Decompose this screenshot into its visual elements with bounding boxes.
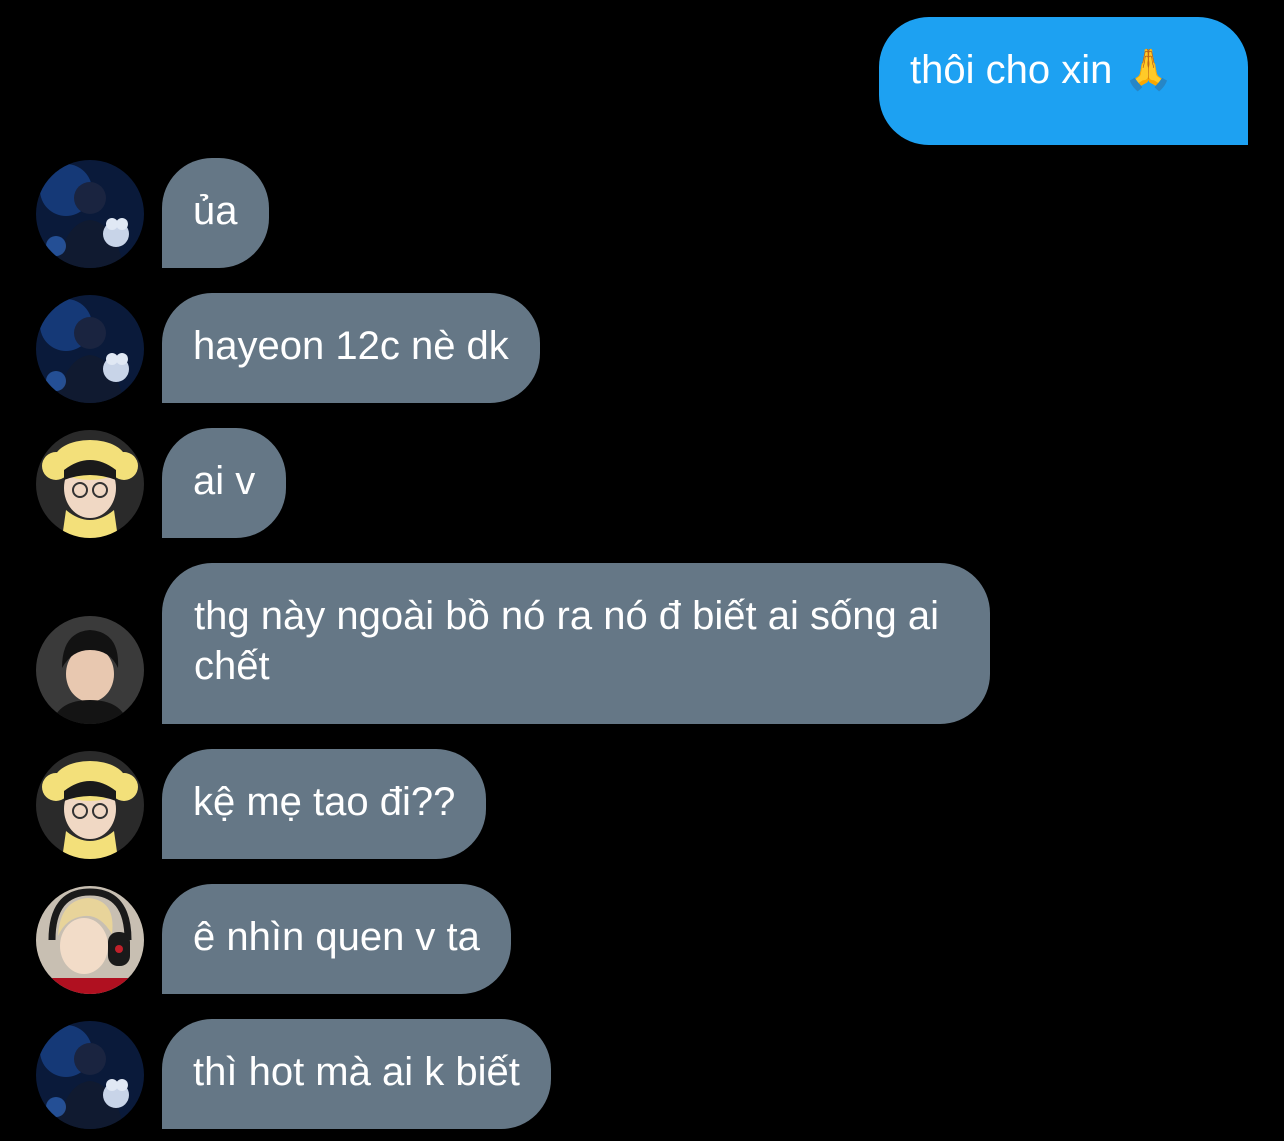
sender-avatar-yellow-hat[interactable] — [36, 751, 144, 859]
incoming-message-bubble[interactable]: thg này ngoài bồ nó ra nó đ biết ai sống… — [162, 563, 990, 724]
message-text: kệ mẹ tao đi?? — [193, 780, 456, 824]
avatar-image — [36, 295, 144, 403]
message-text: ai v — [193, 459, 256, 503]
sender-avatar-dark-hair[interactable] — [36, 616, 144, 724]
avatar-image — [36, 886, 144, 994]
message-text: thg này ngoài bồ nó ra nó đ biết ai sống… — [194, 594, 939, 688]
incoming-message-bubble[interactable]: kệ mẹ tao đi?? — [162, 749, 487, 859]
sender-avatar-blue[interactable] — [36, 295, 144, 403]
incoming-message-bubble[interactable]: hayeon 12c nè dk — [162, 293, 540, 403]
incoming-message-bubble[interactable]: thì hot mà ai k biết — [162, 1019, 551, 1129]
avatar-image — [36, 1021, 144, 1129]
sender-avatar-blue[interactable] — [36, 160, 144, 268]
message-text: thôi cho xin 🙏 — [910, 48, 1174, 92]
avatar-image — [36, 160, 144, 268]
incoming-message-bubble[interactable]: ủa — [162, 158, 269, 268]
avatar-image — [36, 430, 144, 538]
sender-avatar-headphones[interactable] — [36, 886, 144, 994]
avatar-image — [36, 616, 144, 724]
incoming-message-bubble[interactable]: ai v — [162, 428, 287, 538]
incoming-message-bubble[interactable]: ê nhìn quen v ta — [162, 884, 511, 994]
message-text: ủa — [193, 189, 238, 233]
outgoing-message-bubble[interactable]: thôi cho xin 🙏 — [879, 17, 1248, 145]
sender-avatar-yellow-hat[interactable] — [36, 430, 144, 538]
message-text: ê nhìn quen v ta — [193, 915, 480, 959]
sender-avatar-blue[interactable] — [36, 1021, 144, 1129]
message-text: hayeon 12c nè dk — [193, 324, 509, 368]
message-text: thì hot mà ai k biết — [193, 1050, 520, 1094]
avatar-image — [36, 751, 144, 859]
